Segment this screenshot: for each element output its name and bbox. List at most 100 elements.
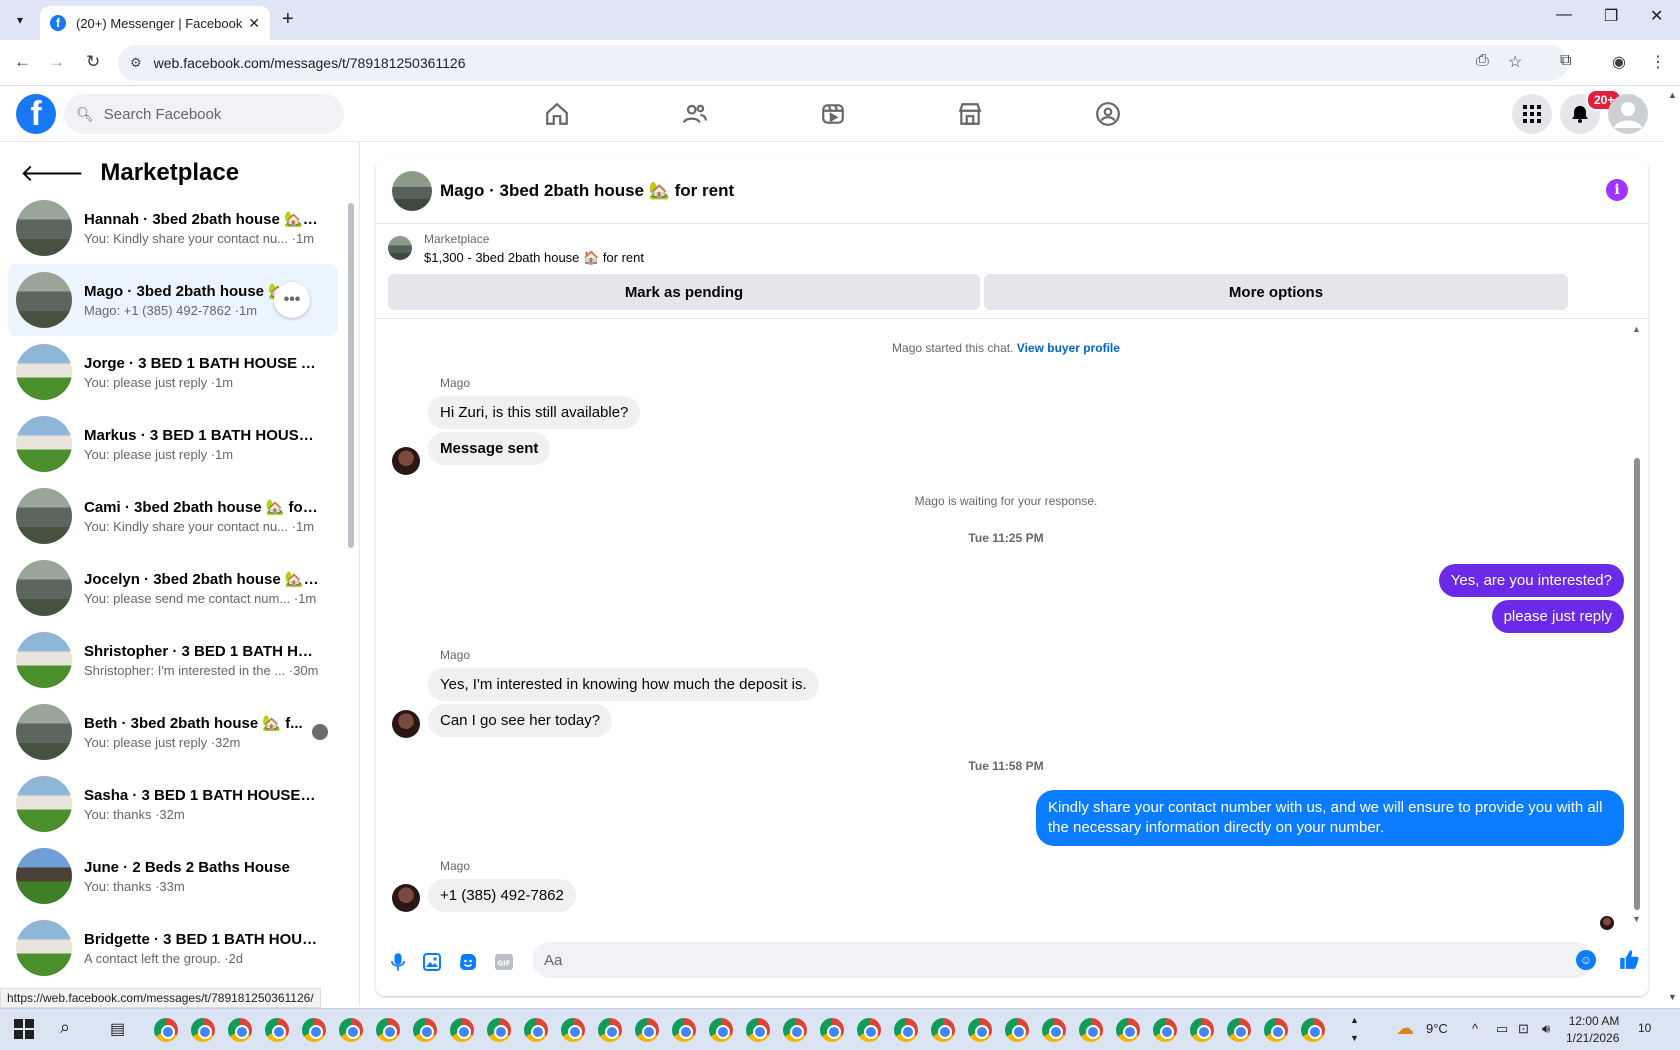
message-input[interactable] bbox=[544, 951, 1444, 969]
sidebar-scrollbar[interactable] bbox=[347, 197, 355, 992]
chrome-app-icon[interactable] bbox=[635, 1018, 659, 1042]
conversation-item[interactable]: Jorge · 3 BED 1 BATH HOUSE AV... You: ple… bbox=[8, 336, 338, 408]
tab-close-icon[interactable]: ✕ bbox=[248, 15, 260, 32]
incoming-message[interactable]: Message sent bbox=[428, 432, 551, 465]
sender-avatar[interactable] bbox=[392, 447, 420, 475]
chrome-app-icon[interactable] bbox=[1005, 1018, 1029, 1042]
emoji-icon[interactable]: ☺ bbox=[1576, 950, 1596, 970]
chrome-app-icon[interactable] bbox=[376, 1018, 400, 1042]
outgoing-message[interactable]: Yes, are you interested? bbox=[1438, 564, 1624, 597]
sticker-icon[interactable] bbox=[458, 952, 478, 972]
conversation-item[interactable]: Jocelyn · 3bed 2bath house 🏡 f... You: pl… bbox=[8, 552, 338, 624]
forward-arrow-icon[interactable]: → bbox=[48, 52, 65, 72]
chrome-app-icon[interactable] bbox=[1116, 1018, 1140, 1042]
chat-title[interactable]: Mago · 3bed 2bath house 🏡 for rent bbox=[440, 181, 734, 201]
windows-start-icon[interactable] bbox=[14, 1019, 34, 1039]
reload-icon[interactable]: ↻ bbox=[86, 52, 100, 72]
weather-icon[interactable]: ☁ bbox=[1396, 1018, 1414, 1039]
marketplace-icon[interactable] bbox=[950, 96, 990, 132]
view-buyer-profile-link[interactable]: View buyer profile bbox=[1017, 341, 1120, 355]
chrome-app-icon[interactable] bbox=[154, 1018, 178, 1042]
chrome-app-icon[interactable] bbox=[783, 1018, 807, 1042]
conversation-item[interactable]: Cami · 3bed 2bath house 🏡 for ... You: Ki… bbox=[8, 480, 338, 552]
facebook-logo-icon[interactable]: f bbox=[16, 94, 56, 134]
chrome-app-icon[interactable] bbox=[598, 1018, 622, 1042]
chrome-app-icon[interactable] bbox=[191, 1018, 215, 1042]
sender-avatar[interactable] bbox=[392, 710, 420, 738]
message-input-wrap[interactable] bbox=[532, 942, 1594, 978]
page-scrollbar[interactable]: ▲ ▼ bbox=[1664, 86, 1680, 1006]
network-icon[interactable]: ⊡ bbox=[1518, 1021, 1529, 1037]
listing-summary[interactable]: Marketplace $1,300 - 3bed 2bath house 🏠 … bbox=[388, 232, 644, 266]
conversation-item[interactable]: Mago · 3bed 2bath house 🏡 f... Mago: +1 (… bbox=[8, 264, 338, 336]
restore-icon[interactable]: ❐ bbox=[1604, 6, 1618, 26]
taskbar-scroll-icon[interactable]: ▲ ▼ bbox=[1350, 1011, 1359, 1047]
back-arrow-icon[interactable]: ← bbox=[14, 52, 31, 72]
conversation-more-options-icon[interactable]: ••• bbox=[274, 282, 310, 318]
more-options-button[interactable]: More options bbox=[984, 274, 1568, 310]
chrome-app-icon[interactable] bbox=[413, 1018, 437, 1042]
microphone-icon[interactable] bbox=[388, 952, 408, 972]
clock[interactable]: 12:00 AM 1/21/2026 bbox=[1566, 1013, 1619, 1047]
incoming-message[interactable]: +1 (385) 492-7862 bbox=[428, 879, 576, 912]
incoming-message[interactable]: Can I go see her today? bbox=[428, 704, 613, 737]
tab-search-chevron-icon[interactable]: ▾ bbox=[8, 8, 32, 32]
chrome-app-icon[interactable] bbox=[1227, 1018, 1251, 1042]
tray-chevron-icon[interactable]: ^ bbox=[1472, 1021, 1478, 1036]
extensions-icon[interactable]: ⧉ bbox=[1560, 52, 1571, 70]
window-close-icon[interactable]: ✕ bbox=[1650, 6, 1663, 26]
outgoing-message[interactable]: Kindly share your contact number with us… bbox=[1036, 790, 1624, 846]
url-omnibox[interactable]: ⚙ web.facebook.com/messages/t/7891812503… bbox=[118, 45, 1568, 81]
chrome-app-icon[interactable] bbox=[857, 1018, 881, 1042]
bookmark-star-icon[interactable]: ☆ bbox=[1508, 52, 1522, 72]
groups-icon[interactable] bbox=[1088, 96, 1128, 132]
battery-icon[interactable]: ▭ bbox=[1496, 1021, 1508, 1037]
chrome-app-icon[interactable] bbox=[487, 1018, 511, 1042]
browser-menu-icon[interactable]: ⋮ bbox=[1650, 52, 1666, 72]
friends-icon[interactable] bbox=[675, 96, 715, 132]
chrome-app-icon[interactable] bbox=[820, 1018, 844, 1042]
conversation-item[interactable]: Hannah · 3bed 2bath house 🏡 f... You: Kin… bbox=[8, 192, 338, 264]
site-info-icon[interactable]: ⚙ bbox=[130, 55, 142, 71]
conversation-item[interactable]: Bridgette · 3 BED 1 BATH HOUSE... A conta… bbox=[8, 912, 338, 984]
url-text[interactable]: web.facebook.com/messages/t/789181250361… bbox=[154, 55, 466, 71]
chrome-app-icon[interactable] bbox=[1153, 1018, 1177, 1042]
outgoing-message[interactable]: please just reply bbox=[1491, 600, 1624, 633]
volume-icon[interactable]: 🔊︎ bbox=[1542, 1021, 1550, 1037]
taskbar-search-icon[interactable]: ⌕ bbox=[60, 1017, 70, 1038]
back-arrow-icon[interactable]: 🡐 bbox=[20, 158, 84, 188]
chrome-app-icon[interactable] bbox=[1301, 1018, 1325, 1042]
conversation-item[interactable]: Markus · 3 BED 1 BATH HOUSE A... You: ple… bbox=[8, 408, 338, 480]
chrome-app-icon[interactable] bbox=[265, 1018, 289, 1042]
chrome-app-icon[interactable] bbox=[968, 1018, 992, 1042]
chrome-app-icon[interactable] bbox=[450, 1018, 474, 1042]
conversation-item[interactable]: Beth · 3bed 2bath house 🏡 f... You: pleas… bbox=[8, 696, 338, 768]
conversation-item[interactable]: Sasha · 3 BED 1 BATH HOUSE AV... You: tha… bbox=[8, 768, 338, 840]
photo-icon[interactable] bbox=[422, 952, 442, 972]
chrome-app-icon[interactable] bbox=[894, 1018, 918, 1042]
browser-tab[interactable]: f (20+) Messenger | Facebook ✕ bbox=[40, 6, 270, 40]
video-icon[interactable] bbox=[813, 96, 853, 132]
account-avatar[interactable] bbox=[1608, 94, 1648, 134]
chrome-app-icon[interactable] bbox=[1264, 1018, 1288, 1042]
chrome-app-icon[interactable] bbox=[1190, 1018, 1214, 1042]
install-app-icon[interactable]: ⎙ bbox=[1476, 52, 1489, 70]
task-view-icon[interactable]: ▤ bbox=[110, 1019, 125, 1039]
temperature[interactable]: 9°C bbox=[1426, 1021, 1448, 1036]
conversation-item[interactable]: Shristopher · 3 BED 1 BATH HOU... Shristo… bbox=[8, 624, 338, 696]
search-input[interactable] bbox=[103, 105, 304, 123]
incoming-message[interactable]: Hi Zuri, is this still available? bbox=[428, 396, 641, 429]
thumbs-up-icon[interactable] bbox=[1618, 948, 1640, 976]
chrome-app-icon[interactable] bbox=[709, 1018, 733, 1042]
conversation-item[interactable]: June · 2 Beds 2 Baths House You: thanks ·… bbox=[8, 840, 338, 912]
gif-icon[interactable]: GIF bbox=[494, 952, 514, 972]
mark-as-pending-button[interactable]: Mark as pending bbox=[388, 274, 980, 310]
chrome-app-icon[interactable] bbox=[1079, 1018, 1103, 1042]
home-icon[interactable] bbox=[537, 96, 577, 132]
chrome-app-icon[interactable] bbox=[339, 1018, 363, 1042]
sender-avatar[interactable] bbox=[392, 884, 420, 912]
chrome-app-icon[interactable] bbox=[302, 1018, 326, 1042]
menu-grid-icon[interactable] bbox=[1512, 94, 1552, 134]
chat-avatar[interactable] bbox=[392, 170, 432, 211]
chrome-app-icon[interactable] bbox=[746, 1018, 770, 1042]
